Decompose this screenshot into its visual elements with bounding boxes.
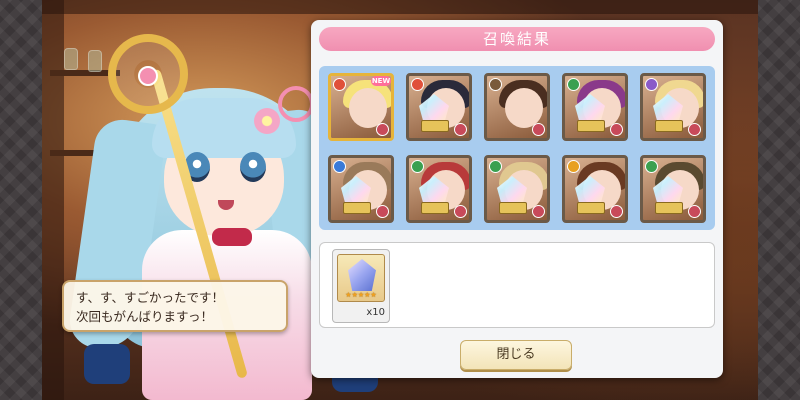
result-card[interactable]	[406, 155, 472, 223]
gem-icon	[348, 259, 376, 291]
wind-element-icon	[645, 160, 658, 173]
class-icon	[688, 123, 701, 136]
character-portrait	[42, 0, 378, 400]
chest-icon	[577, 202, 605, 214]
wind-element-icon	[567, 78, 580, 91]
result-card[interactable]	[640, 155, 706, 223]
wind-element-icon	[489, 160, 502, 173]
class-icon	[376, 205, 389, 218]
rarity-stars: ★★★★★	[345, 291, 377, 299]
class-icon	[532, 205, 545, 218]
chest-icon	[499, 202, 527, 214]
earth-element-icon	[489, 78, 502, 91]
result-card[interactable]	[484, 155, 550, 223]
panel-title: 召喚結果	[319, 27, 715, 51]
crystal-item-icon: ★★★★★	[337, 254, 385, 302]
class-icon	[454, 205, 467, 218]
skirt-bow	[84, 344, 130, 384]
result-card[interactable]	[640, 73, 706, 141]
character-face	[349, 88, 387, 128]
hair-ribbon	[278, 86, 314, 122]
wind-element-icon	[411, 160, 424, 173]
chest-icon	[655, 202, 683, 214]
item-list: ★★★★★ x10	[319, 242, 715, 328]
class-icon	[532, 123, 545, 136]
class-icon	[454, 123, 467, 136]
dialogue-line: 次回もがんばりますっ！	[76, 309, 214, 324]
dialogue-box: す、す、すごかったです！ 次回もがんばりますっ！	[62, 280, 288, 332]
fire-element-icon	[333, 78, 346, 91]
result-grid: NEW	[319, 66, 715, 230]
result-card[interactable]	[484, 73, 550, 141]
sun-element-icon	[567, 160, 580, 173]
item-count: x10	[366, 307, 385, 318]
class-icon	[688, 205, 701, 218]
result-card[interactable]	[406, 73, 472, 141]
character-bow	[212, 228, 252, 246]
summon-result-panel: 召喚結果 NEW ★★★★★ x10 閉じる	[311, 20, 723, 378]
hair-flower	[254, 108, 280, 134]
result-card[interactable]	[562, 155, 628, 223]
fire-element-icon	[411, 78, 424, 91]
result-card[interactable]: NEW	[328, 73, 394, 141]
character-face	[505, 88, 543, 128]
left-border-pattern	[0, 0, 42, 400]
character-eye	[240, 152, 266, 182]
chest-icon	[655, 120, 683, 132]
staff-gem	[138, 66, 158, 86]
moon-element-icon	[645, 78, 658, 91]
item-card[interactable]: ★★★★★ x10	[332, 249, 390, 323]
class-icon	[376, 123, 389, 136]
chest-icon	[421, 202, 449, 214]
result-card[interactable]	[562, 73, 628, 141]
chest-icon	[343, 202, 371, 214]
class-icon	[610, 123, 623, 136]
result-card[interactable]	[328, 155, 394, 223]
chest-icon	[421, 120, 449, 132]
chest-icon	[577, 120, 605, 132]
water-element-icon	[333, 160, 346, 173]
new-badge: NEW	[371, 76, 391, 86]
right-border-pattern	[758, 0, 800, 400]
dialogue-line: す、す、すごかったです！	[76, 290, 225, 305]
class-icon	[610, 205, 623, 218]
close-button[interactable]: 閉じる	[460, 340, 572, 370]
